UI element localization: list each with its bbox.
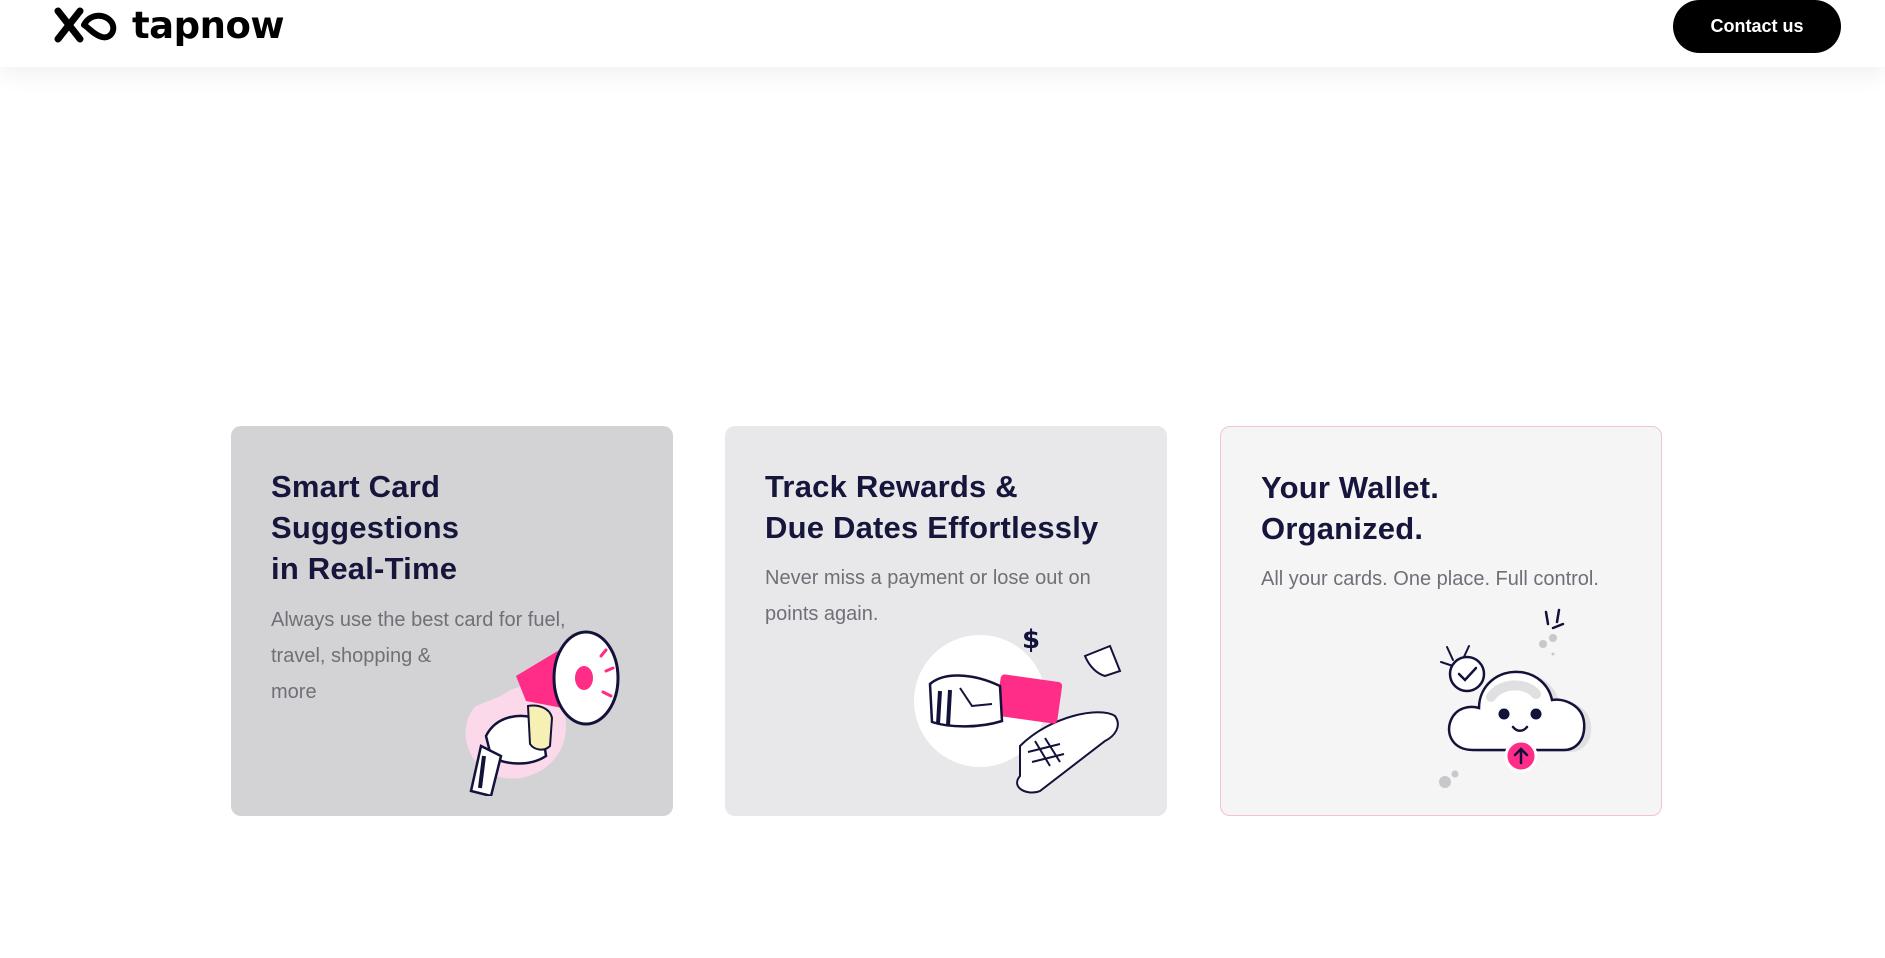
brand-logo[interactable]: tapnow	[54, 0, 285, 50]
brand-name: tapnow	[132, 3, 285, 47]
contact-us-button[interactable]: Contact us	[1673, 0, 1841, 53]
megaphone-hand-illustration-icon	[465, 630, 620, 796]
card-title: Track Rewards & Due Dates Effortlessly	[765, 469, 1099, 545]
feature-card-wallet: Your Wallet. Organized. All your cards. …	[1220, 426, 1662, 816]
card-payment-receipt-illustration-icon: $	[914, 625, 1122, 794]
card-title: Your Wallet. Organized.	[1261, 470, 1440, 546]
card-description: All your cards. One place. Full control.	[1261, 568, 1599, 590]
card-title: Smart Card Suggestions in Real-Time	[271, 469, 460, 586]
cloud-upload-illustration-icon	[1439, 608, 1592, 788]
svg-text:$: $	[1022, 625, 1040, 655]
tapnow-logo-icon	[54, 7, 117, 43]
feature-card-smart-suggestions: Smart Card Suggestions in Real-Time Alwa…	[231, 426, 673, 816]
feature-card-track-rewards: Track Rewards & Due Dates Effortlessly N…	[725, 426, 1167, 816]
feature-cards: Smart Card Suggestions in Real-Time Alwa…	[231, 426, 1662, 816]
site-header: tapnow Contact us	[0, 0, 1885, 67]
